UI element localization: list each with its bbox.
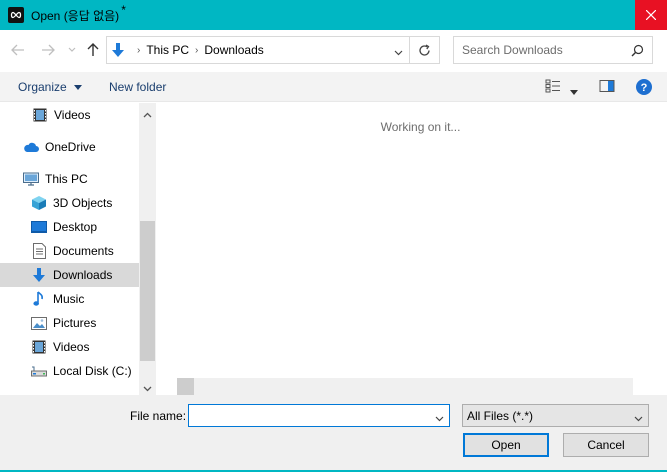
file-name-label: File name: (130, 409, 187, 423)
help-icon: ? (636, 79, 652, 95)
drive-icon (31, 363, 47, 379)
sidebar-item-label: Local Disk (C:) (53, 364, 132, 378)
address-bar[interactable]: › This PC › Downloads (106, 36, 440, 64)
sidebar-item-label: Downloads (53, 268, 113, 282)
command-toolbar: Organize New folder ? (0, 72, 667, 102)
cancel-button[interactable]: Cancel (563, 433, 649, 457)
sidebar-item-label: Desktop (53, 220, 98, 234)
sidebar-scrollbar-thumb[interactable] (140, 221, 155, 361)
sidebar-item-label: This PC (45, 172, 88, 186)
sidebar-item-label: 3D Objects (53, 196, 113, 210)
sidebar-item-label: Documents (53, 244, 114, 258)
download-arrow-icon (31, 267, 47, 283)
close-icon (646, 10, 656, 20)
refresh-icon (419, 43, 430, 56)
close-button[interactable] (635, 0, 667, 30)
file-type-value: All Files (*.*) (467, 408, 534, 423)
breadcrumb-separator-icon: › (137, 44, 141, 56)
breadcrumb-separator-icon: › (195, 44, 199, 56)
refresh-button[interactable] (409, 37, 439, 63)
recent-locations-button[interactable] (64, 42, 80, 58)
file-name-combobox[interactable] (188, 404, 450, 427)
navigation-bar: › This PC › Downloads (0, 30, 667, 70)
breadcrumb-downloads[interactable]: Downloads (204, 43, 263, 57)
document-icon (31, 243, 47, 259)
caret-down-icon (74, 85, 83, 91)
preview-pane-button[interactable] (599, 79, 615, 96)
change-view-button[interactable] (545, 79, 561, 96)
sidebar-item-label: Videos (54, 108, 91, 122)
music-note-icon (31, 291, 47, 307)
sidebar-item-desktop[interactable]: Desktop (0, 215, 139, 239)
arrow-right-icon (42, 44, 55, 56)
file-list-area[interactable]: Working on it... (157, 103, 650, 395)
sidebar-item-videos[interactable]: Videos (0, 103, 139, 127)
chevron-down-icon (634, 416, 643, 422)
sidebar-item-label: Videos (53, 340, 90, 354)
desktop-icon (31, 219, 47, 235)
dialog-footer: File name: All Files (*.*) Open Cancel (0, 395, 667, 472)
sidebar-item-3d-objects[interactable]: 3D Objects (0, 191, 139, 215)
file-name-input[interactable] (189, 405, 425, 426)
preview-pane-icon (599, 80, 615, 92)
back-button[interactable] (10, 42, 26, 58)
navigation-pane: Videos OneDrive This PC 3D Objects Deskt… (0, 103, 156, 395)
download-arrow-icon (111, 42, 125, 58)
chevron-down-icon (68, 47, 76, 52)
chevron-down-icon (435, 416, 444, 422)
cube-icon (31, 195, 47, 211)
organize-button[interactable]: Organize (18, 80, 83, 94)
arrow-left-icon (11, 44, 24, 56)
forward-button[interactable] (40, 42, 56, 58)
chevron-down-icon (394, 50, 403, 56)
window-title-mark: * (121, 3, 126, 17)
sidebar-item-downloads[interactable]: Downloads (0, 263, 139, 287)
picture-icon (31, 315, 47, 331)
arrow-up-icon (87, 43, 99, 56)
new-folder-button[interactable]: New folder (109, 80, 166, 94)
file-type-dropdown-button[interactable] (634, 411, 643, 425)
loading-status-text: Working on it... (380, 120, 461, 134)
help-button[interactable]: ? (636, 79, 652, 98)
organize-label: Organize (18, 80, 67, 94)
sidebar-item-pictures[interactable]: Pictures (0, 311, 139, 335)
app-infinity-icon (8, 7, 24, 23)
search-icon (631, 44, 644, 60)
svg-text:?: ? (641, 82, 648, 94)
cloud-icon (23, 139, 39, 155)
sidebar-item-label: OneDrive (45, 140, 96, 154)
file-list-vertical-gutter (650, 103, 667, 395)
sidebar-item-videos-pc[interactable]: Videos (0, 335, 139, 359)
sidebar-item-label: Pictures (53, 316, 97, 330)
film-icon (31, 339, 47, 355)
address-dropdown-button[interactable] (394, 45, 403, 59)
monitor-icon (23, 171, 39, 187)
sidebar-item-music[interactable]: Music (0, 287, 139, 311)
sidebar-item-label: Music (53, 292, 85, 306)
view-options-button[interactable] (570, 84, 578, 98)
sidebar-scrollbar[interactable] (139, 103, 155, 395)
scroll-down-arrow-icon[interactable] (143, 381, 152, 395)
caret-down-icon (570, 90, 578, 95)
horizontal-scrollbar[interactable] (177, 378, 633, 395)
window-title: Open (응답 없음) (31, 8, 120, 23)
search-box[interactable] (453, 36, 653, 64)
file-name-dropdown-button[interactable] (435, 411, 444, 425)
search-input[interactable] (454, 43, 624, 57)
sidebar-item-this-pc[interactable]: This PC (0, 167, 139, 191)
sidebar-item-onedrive[interactable]: OneDrive (0, 135, 139, 159)
scroll-up-arrow-icon[interactable] (143, 107, 152, 121)
view-details-icon (545, 79, 560, 93)
breadcrumb-this-pc[interactable]: This PC (146, 43, 189, 57)
file-type-select[interactable]: All Files (*.*) (462, 404, 649, 427)
film-icon (32, 107, 48, 123)
open-button[interactable]: Open (463, 433, 549, 457)
sidebar-item-documents[interactable]: Documents (0, 239, 139, 263)
title-bar: Open (응답 없음) * (0, 0, 667, 30)
sidebar-item-local-disk[interactable]: Local Disk (C:) (0, 359, 139, 383)
horizontal-scrollbar-thumb[interactable] (177, 378, 194, 395)
up-button[interactable] (85, 42, 101, 58)
